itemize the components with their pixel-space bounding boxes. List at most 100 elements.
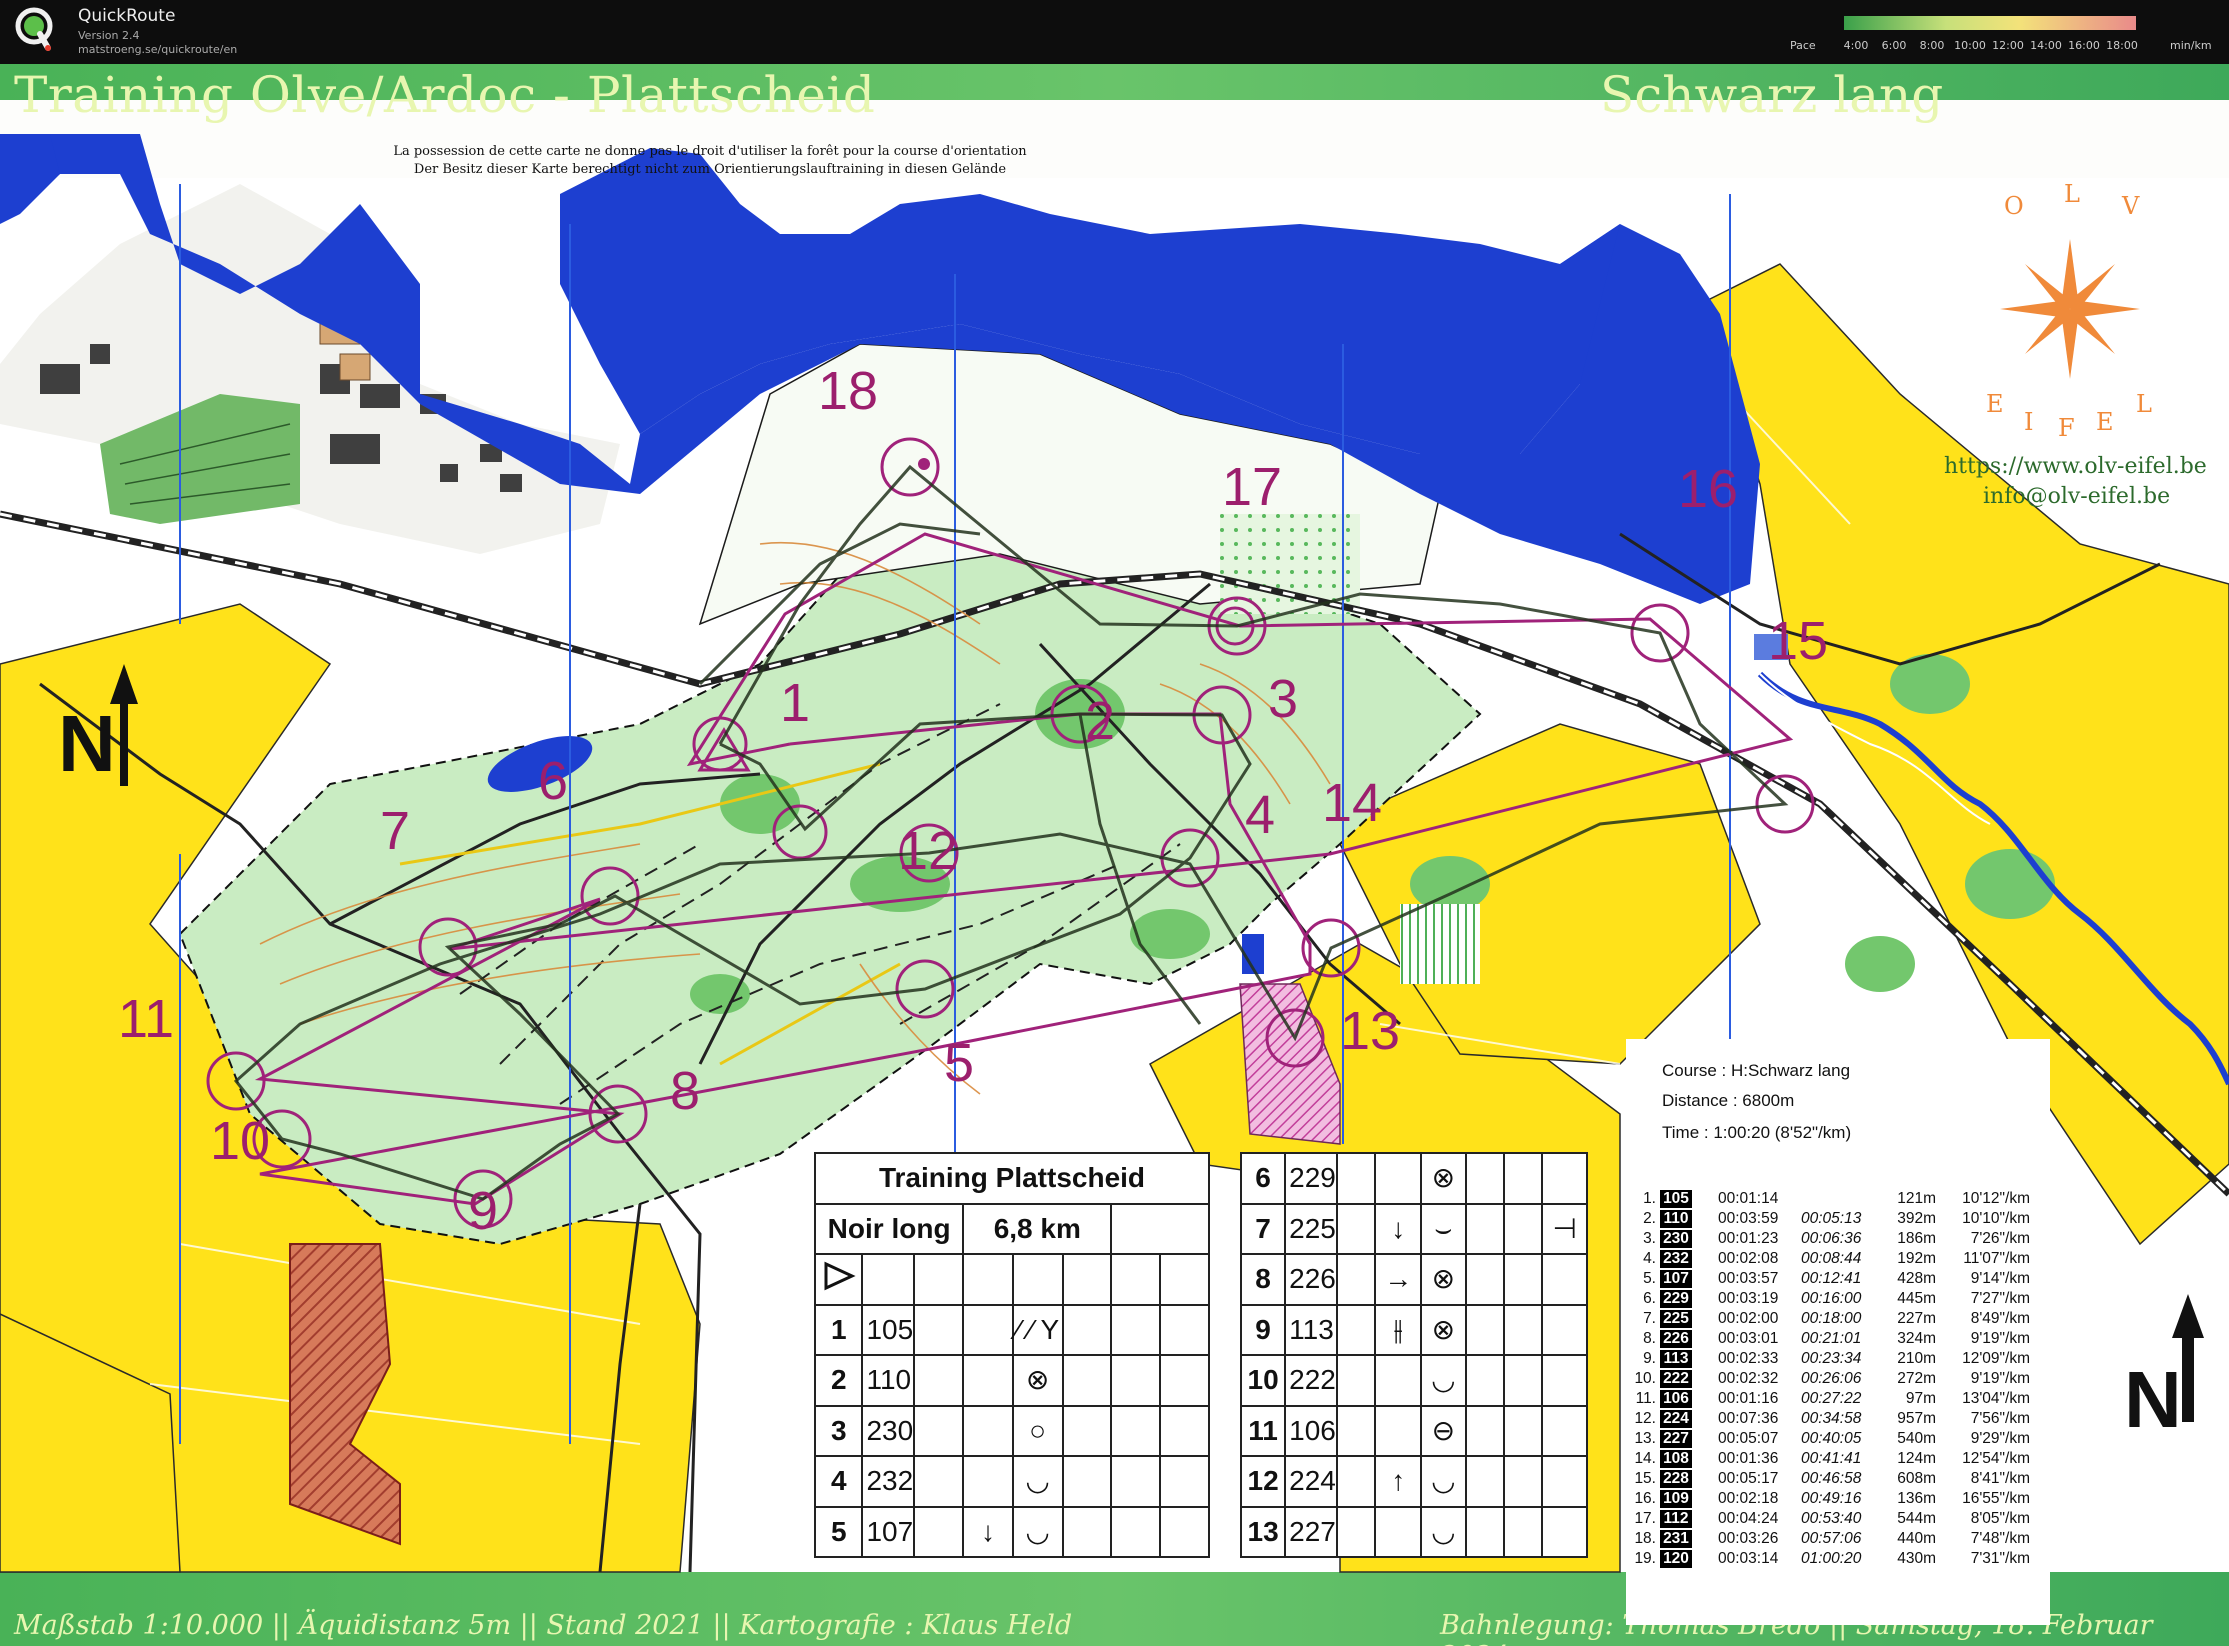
- column-c: [913, 1455, 965, 1508]
- column-g: [1502, 1202, 1544, 1255]
- lap-dist: 428m: [1897, 1270, 1936, 1287]
- lap-row[interactable]: 8. 226 00:03:01 00:21:01 324m 9'19"/km: [1626, 1329, 2050, 1349]
- description-row: 2 110 ⊗: [813, 1354, 1210, 1407]
- lap-idx: 2.: [1643, 1210, 1656, 1227]
- lap-row[interactable]: 14. 108 00:01:36 00:41:41 124m 12'54"/km: [1626, 1449, 2050, 1469]
- lap-cum: 00:23:34: [1801, 1350, 1862, 1367]
- feature-symbol: ◡: [1419, 1505, 1467, 1558]
- control-order: 8: [1239, 1253, 1287, 1306]
- lap-split: 00:03:19: [1718, 1290, 1779, 1307]
- lap-code: 224: [1660, 1410, 1692, 1428]
- lap-cum: 00:46:58: [1801, 1470, 1862, 1487]
- lap-cum: 00:40:05: [1801, 1430, 1862, 1447]
- lap-cum: 00:18:00: [1801, 1310, 1862, 1327]
- info-distance: Distance : 6800m: [1662, 1091, 1795, 1110]
- lap-code: 105: [1660, 1190, 1692, 1208]
- control-order: 6: [1239, 1152, 1287, 1205]
- club-website[interactable]: https://www.olv-eifel.be: [1944, 454, 2207, 479]
- svg-text:F: F: [2058, 414, 2075, 442]
- column-g: [1110, 1505, 1162, 1558]
- direction-symbol: [962, 1455, 1014, 1508]
- direction-symbol: →: [1374, 1253, 1422, 1306]
- lap-row[interactable]: 5. 107 00:03:57 00:12:41 428m 9'14"/km: [1626, 1269, 2050, 1289]
- column-g: [1502, 1505, 1544, 1558]
- control-code: 110: [861, 1354, 916, 1407]
- column-g: [1502, 1354, 1544, 1407]
- lap-idx: 9.: [1643, 1350, 1656, 1367]
- orienteering-map[interactable]: O L V E I F E L Training Olve/Ardoc - Pl…: [0, 64, 2229, 1646]
- map-title: Training Olve/Ardoc - Plattscheid: [14, 66, 876, 124]
- lap-row[interactable]: 7. 225 00:02:00 00:18:00 227m 8'49"/km: [1626, 1309, 2050, 1329]
- description-row: 4 232 ◡: [813, 1455, 1210, 1508]
- column-c: [913, 1354, 965, 1407]
- svg-text:L: L: [2136, 390, 2152, 418]
- lap-row[interactable]: 17. 112 00:04:24 00:53:40 544m 8'05"/km: [1626, 1509, 2050, 1529]
- control-number-5: 5: [944, 1033, 975, 1093]
- column-c: [1336, 1505, 1377, 1558]
- lap-dist: 210m: [1897, 1350, 1936, 1367]
- lap-code: 226: [1660, 1330, 1692, 1348]
- lap-split: 00:02:33: [1718, 1350, 1779, 1367]
- start-triangle-icon: [824, 1261, 856, 1291]
- lap-pace: 8'49"/km: [1970, 1310, 2030, 1327]
- club-email[interactable]: info@olv-eifel.be: [1983, 484, 2170, 509]
- control-code: 226: [1284, 1253, 1339, 1306]
- lap-row[interactable]: 10. 222 00:02:32 00:26:06 272m 9'19"/km: [1626, 1369, 2050, 1389]
- lap-row[interactable]: 3. 230 00:01:23 00:06:36 186m 7'26"/km: [1626, 1229, 2050, 1249]
- column-h: [1159, 1354, 1210, 1407]
- control-number-6: 6: [538, 751, 569, 811]
- control-description-left: Training Plattscheid Noir long 6,8 km 11…: [813, 1152, 1210, 1558]
- column-f: [1464, 1404, 1505, 1457]
- lap-row[interactable]: 12. 224 00:07:36 00:34:58 957m 7'56"/km: [1626, 1409, 2050, 1429]
- finish-marker-icon: ⊣: [1541, 1202, 1588, 1255]
- lap-pace: 9'19"/km: [1970, 1330, 2030, 1347]
- lap-row[interactable]: 16. 109 00:02:18 00:49:16 136m 16'55"/km: [1626, 1489, 2050, 1509]
- feature-symbol: ⊖: [1419, 1404, 1467, 1457]
- column-c: [913, 1303, 965, 1356]
- control-number-1: 1: [780, 673, 811, 733]
- pace-tick-label: 4:00: [1844, 39, 1869, 52]
- column-f: [1061, 1354, 1113, 1407]
- control-order: 1: [813, 1303, 864, 1356]
- control-order: 9: [1239, 1303, 1287, 1356]
- lap-idx: 19.: [1634, 1550, 1656, 1567]
- control-code: 105: [861, 1303, 916, 1356]
- lap-row[interactable]: 13. 227 00:05:07 00:40:05 540m 9'29"/km: [1626, 1429, 2050, 1449]
- description-row: 5 107 ↓ ◡: [813, 1505, 1210, 1558]
- column-c: [1336, 1152, 1377, 1205]
- lap-code: 109: [1660, 1490, 1692, 1508]
- lap-row[interactable]: 2. 110 00:03:59 00:05:13 392m 10'10"/km: [1626, 1209, 2050, 1229]
- lap-row[interactable]: 4. 232 00:02:08 00:08:44 192m 11'07"/km: [1626, 1249, 2050, 1269]
- pace-legend: Pace 4:00 6:00 8:00 10:00 12:00 14:00 16:00 18:…: [1790, 16, 2212, 52]
- control-order: 3: [813, 1404, 864, 1457]
- lap-row[interactable]: 11. 106 00:01:16 00:27:22 97m 13'04"/km: [1626, 1389, 2050, 1409]
- lap-dist: 544m: [1897, 1510, 1936, 1527]
- feature-symbol: ◡: [1011, 1505, 1064, 1558]
- column-c: [913, 1505, 965, 1558]
- lap-split: 00:01:23: [1718, 1230, 1779, 1247]
- column-c: [1336, 1354, 1377, 1407]
- column-f: [1464, 1455, 1505, 1508]
- control-number-2: 2: [1085, 691, 1116, 751]
- control-number-12: 12: [898, 821, 959, 881]
- lap-row[interactable]: 1. 105 00:01:14 121m 10'12"/km: [1626, 1189, 2050, 1209]
- direction-symbol: [1374, 1354, 1422, 1407]
- lap-row[interactable]: 6. 229 00:03:19 00:16:00 445m 7'27"/km: [1626, 1289, 2050, 1309]
- lap-row[interactable]: 19. 120 00:03:14 01:00:20 430m 7'31"/km: [1626, 1549, 2050, 1569]
- lap-dist: 124m: [1897, 1450, 1936, 1467]
- lap-pace: 7'27"/km: [1970, 1290, 2030, 1307]
- control-code: 113: [1284, 1303, 1339, 1356]
- lap-split: 00:04:24: [1718, 1510, 1779, 1527]
- column-f: [1061, 1404, 1113, 1457]
- lap-row[interactable]: 9. 113 00:02:33 00:23:34 210m 12'09"/km: [1626, 1349, 2050, 1369]
- description-course-name: Noir long: [813, 1202, 965, 1255]
- lap-split: 00:03:59: [1718, 1210, 1779, 1227]
- info-course: Course : H:Schwarz lang: [1662, 1061, 1851, 1080]
- direction-symbol: [962, 1303, 1014, 1356]
- control-code: 229: [1284, 1152, 1339, 1205]
- lap-cum: 00:12:41: [1801, 1270, 1862, 1287]
- column-h: [1541, 1455, 1588, 1508]
- app-url-link[interactable]: matstroeng.se/quickroute/en: [78, 43, 237, 56]
- lap-row[interactable]: 18. 231 00:03:26 00:57:06 440m 7'48"/km: [1626, 1529, 2050, 1549]
- lap-row[interactable]: 15. 228 00:05:17 00:46:58 608m 8'41"/km: [1626, 1469, 2050, 1489]
